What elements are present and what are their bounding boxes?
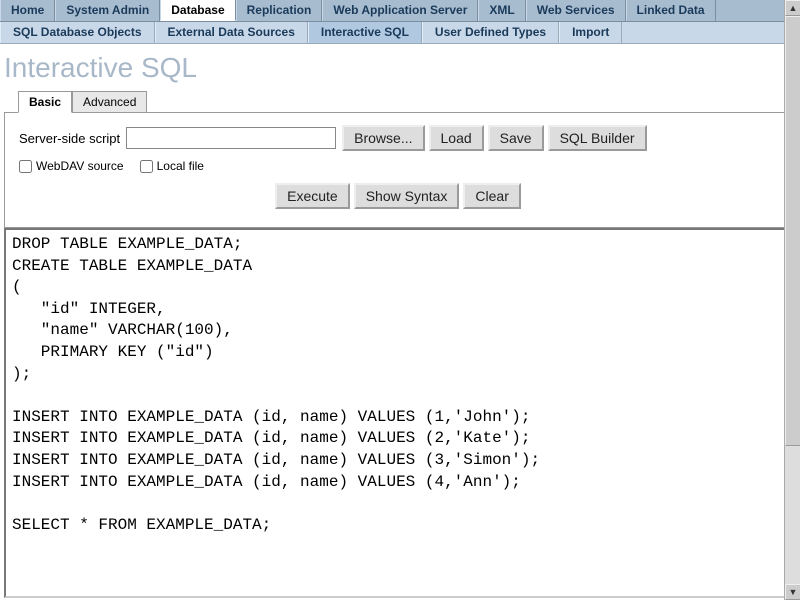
main-nav-item-replication[interactable]: Replication xyxy=(236,0,323,21)
webdav-option[interactable]: WebDAV source xyxy=(19,159,124,173)
script-row: Server-side script Browse... Load Save S… xyxy=(19,125,781,151)
exec-row: Execute Show Syntax Clear xyxy=(19,183,781,209)
scrollbar[interactable]: ▲ ▼ xyxy=(784,0,800,600)
scroll-up-icon[interactable]: ▲ xyxy=(785,0,800,16)
sql-builder-button[interactable]: SQL Builder xyxy=(548,125,647,151)
page-title: Interactive SQL xyxy=(0,44,800,90)
sub-nav: SQL Database ObjectsExternal Data Source… xyxy=(0,22,800,44)
webdav-label: WebDAV source xyxy=(36,159,124,173)
load-button[interactable]: Load xyxy=(429,125,484,151)
sub-nav-item-user-defined-types[interactable]: User Defined Types xyxy=(422,22,559,43)
main-nav-item-database[interactable]: Database xyxy=(160,0,235,21)
tab-panel: Server-side script Browse... Load Save S… xyxy=(4,112,796,228)
local-label: Local file xyxy=(157,159,204,173)
save-button[interactable]: Save xyxy=(488,125,544,151)
main-nav-item-xml[interactable]: XML xyxy=(478,0,525,21)
main-nav-item-linked-data[interactable]: Linked Data xyxy=(626,0,716,21)
tab-row: BasicAdvanced xyxy=(0,91,800,113)
browse-button[interactable]: Browse... xyxy=(342,125,424,151)
tab-basic[interactable]: Basic xyxy=(18,91,72,113)
main-nav-item-web-services[interactable]: Web Services xyxy=(526,0,626,21)
script-label: Server-side script xyxy=(19,131,120,146)
scroll-thumb[interactable] xyxy=(785,16,800,446)
show-syntax-button[interactable]: Show Syntax xyxy=(354,183,460,209)
webdav-checkbox[interactable] xyxy=(19,160,32,173)
main-nav: HomeSystem AdminDatabaseReplicationWeb A… xyxy=(0,0,800,22)
main-nav-item-home[interactable]: Home xyxy=(0,0,55,21)
script-input[interactable] xyxy=(126,127,336,149)
main-nav-item-web-application-server[interactable]: Web Application Server xyxy=(322,0,478,21)
tab-advanced[interactable]: Advanced xyxy=(72,91,147,113)
source-options: WebDAV source Local file xyxy=(19,159,781,173)
sub-nav-item-import[interactable]: Import xyxy=(559,22,622,43)
sub-nav-item-sql-database-objects[interactable]: SQL Database Objects xyxy=(0,22,155,43)
local-option[interactable]: Local file xyxy=(140,159,204,173)
scroll-down-icon[interactable]: ▼ xyxy=(785,584,800,600)
sql-textarea[interactable] xyxy=(4,228,796,598)
sub-nav-item-interactive-sql[interactable]: Interactive SQL xyxy=(308,22,422,43)
execute-button[interactable]: Execute xyxy=(275,183,350,209)
main-nav-item-system-admin[interactable]: System Admin xyxy=(55,0,160,21)
clear-button[interactable]: Clear xyxy=(463,183,520,209)
local-checkbox[interactable] xyxy=(140,160,153,173)
sub-nav-item-external-data-sources[interactable]: External Data Sources xyxy=(155,22,308,43)
